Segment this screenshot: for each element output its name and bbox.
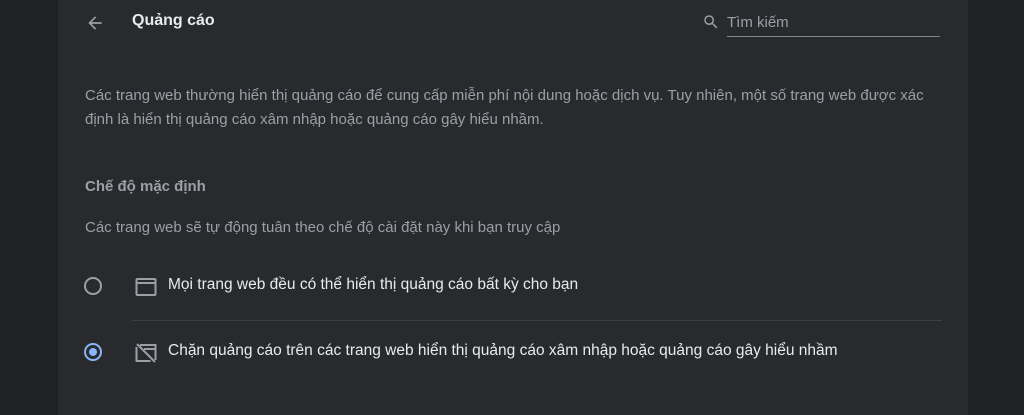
option-label: Mọi trang web đều có thể hiển thị quảng …	[168, 276, 579, 293]
section-subtitle: Các trang web sẽ tự động tuân theo chế đ…	[85, 219, 561, 236]
ad-blocked-icon	[135, 343, 157, 363]
arrow-back-icon	[88, 16, 102, 30]
search-input[interactable]	[727, 8, 940, 37]
option-label: Chặn quảng cáo trên các trang web hiển t…	[168, 342, 838, 359]
search-icon[interactable]	[702, 13, 720, 31]
page-description: Các trang web thường hiển thị quảng cáo …	[85, 87, 924, 128]
back-button[interactable]	[78, 6, 112, 40]
search-box	[700, 8, 942, 38]
divider	[132, 320, 942, 321]
option-block-intrusive-ads[interactable]: Chặn quảng cáo trên các trang web hiển t…	[58, 324, 968, 384]
section-title: Chế độ mặc định	[85, 178, 206, 195]
radio-button-selected[interactable]	[84, 343, 102, 361]
option-allow-all-ads[interactable]: Mọi trang web đều có thể hiển thị quảng …	[58, 258, 968, 318]
settings-card: Quảng cáo Các trang web thường hiển thị …	[58, 0, 968, 415]
page-title: Quảng cáo	[132, 12, 215, 29]
ad-window-icon	[135, 278, 157, 296]
radio-button[interactable]	[84, 277, 102, 295]
settings-page: Quảng cáo Các trang web thường hiển thị …	[0, 0, 1024, 415]
page-header: Quảng cáo	[58, 0, 968, 46]
